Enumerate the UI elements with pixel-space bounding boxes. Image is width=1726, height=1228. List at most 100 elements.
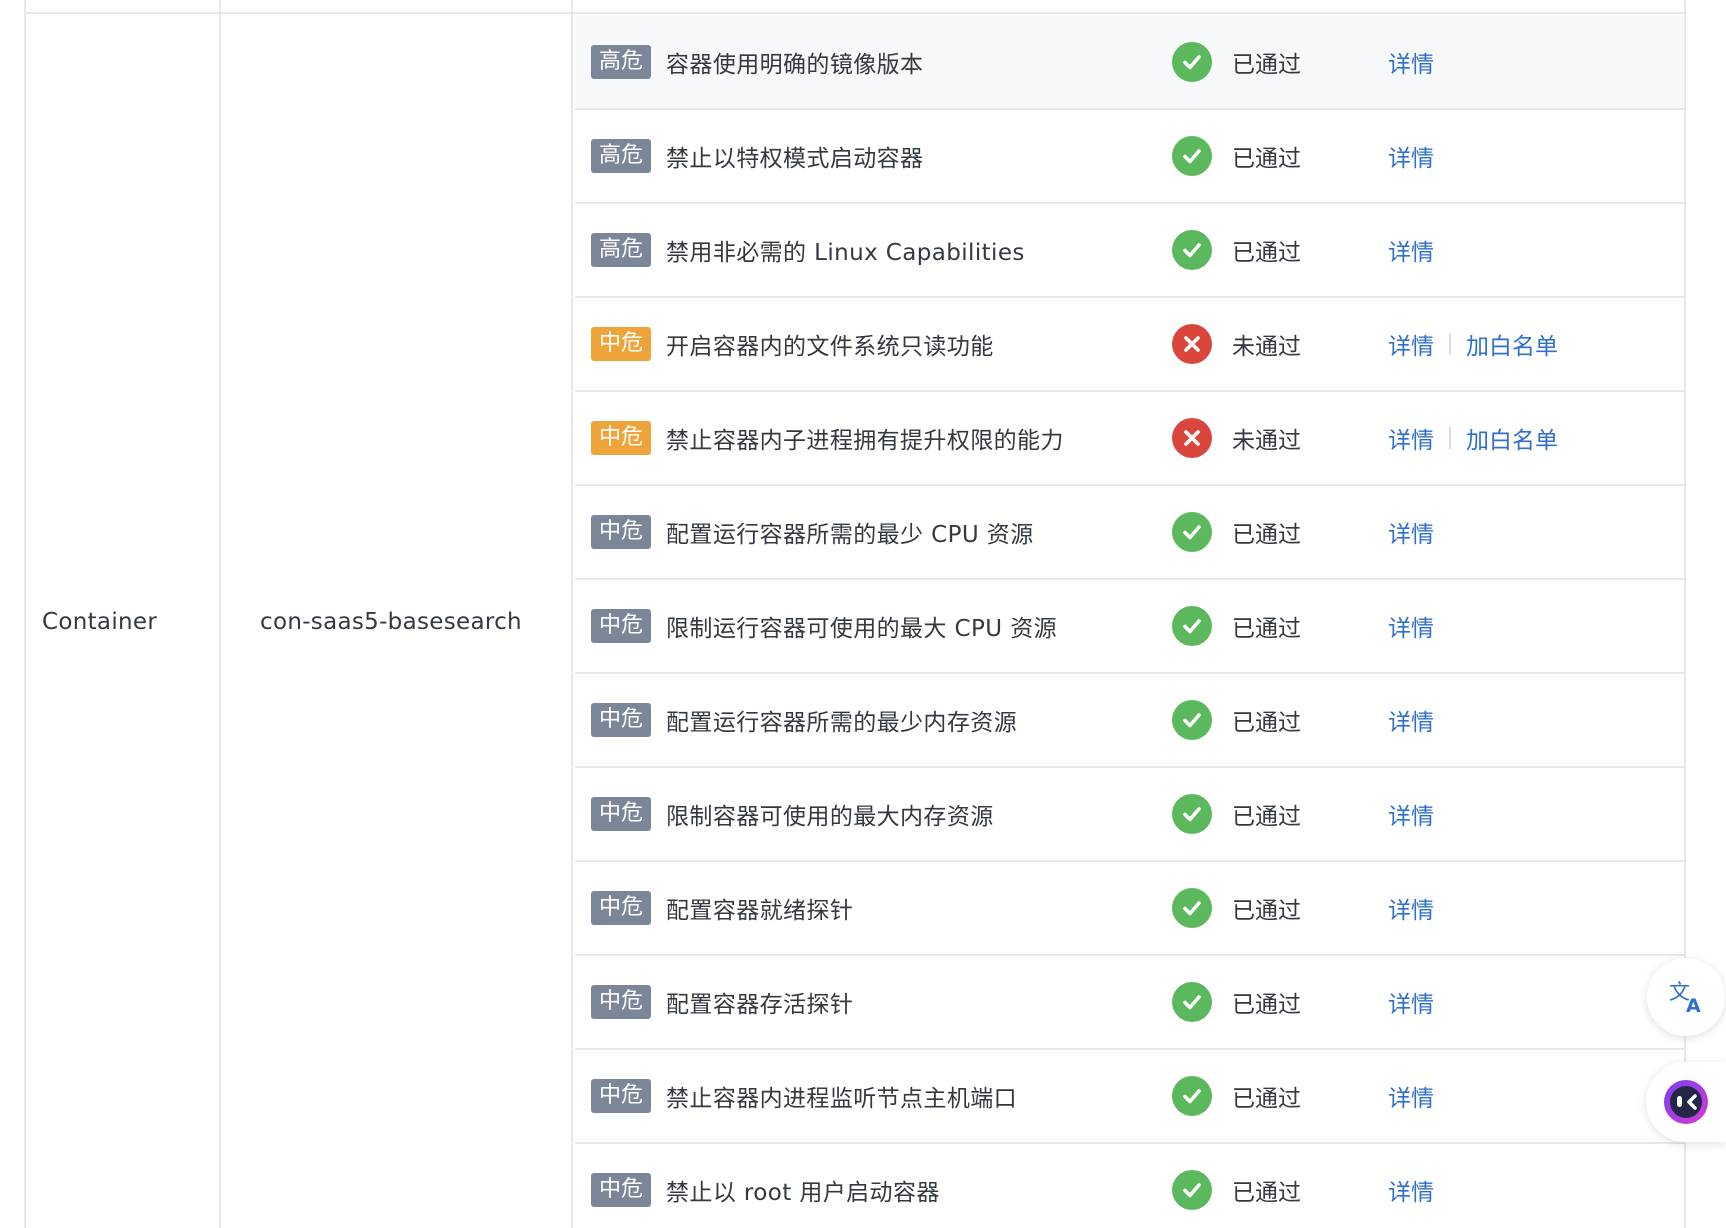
action-cell: 详情 bbox=[1372, 956, 1684, 1048]
status-text: 已通过 bbox=[1232, 992, 1301, 1018]
status-cell: 已通过 bbox=[1156, 1144, 1370, 1228]
rule-name: 禁止容器内进程监听节点主机端口 bbox=[666, 1086, 1018, 1112]
status-cell: 未通过 bbox=[1156, 392, 1370, 484]
resource-name-cell: con-saas5-basesearch bbox=[260, 16, 560, 1228]
table-row: 中危 配置运行容器所需的最少内存资源 已通过 详情 bbox=[575, 674, 1684, 768]
action-cell: 详情 bbox=[1372, 1050, 1684, 1142]
rule-name: 禁止以 root 用户启动容器 bbox=[666, 1180, 940, 1206]
detail-link[interactable]: 详情 bbox=[1388, 703, 1434, 737]
table-row: 高危 容器使用明确的镜像版本 已通过 详情 bbox=[575, 16, 1684, 110]
table-row: 高危 禁用非必需的 Linux Capabilities 已通过 详情 bbox=[575, 204, 1684, 298]
add-whitelist-link[interactable]: 加白名单 bbox=[1466, 421, 1558, 455]
rule-cell: 中危 配置运行容器所需的最少内存资源 bbox=[575, 674, 1154, 766]
x-circle-icon bbox=[1172, 324, 1212, 364]
rule-cell: 高危 禁用非必需的 Linux Capabilities bbox=[575, 204, 1154, 296]
status-cell: 已通过 bbox=[1156, 862, 1370, 954]
status-cell: 已通过 bbox=[1156, 580, 1370, 672]
severity-badge: 高危 bbox=[591, 139, 652, 173]
rule-cell: 中危 限制容器可使用的最大内存资源 bbox=[575, 768, 1154, 860]
severity-badge: 中危 bbox=[591, 797, 652, 831]
severity-badge: 中危 bbox=[591, 1173, 652, 1207]
rule-cell: 中危 配置容器就绪探针 bbox=[575, 862, 1154, 954]
action-cell: 详情 bbox=[1372, 16, 1684, 108]
assistant-icon bbox=[1664, 1080, 1708, 1124]
status-text: 已通过 bbox=[1232, 898, 1301, 924]
action-cell: 详情 加白名单 bbox=[1372, 392, 1684, 484]
status-cell: 已通过 bbox=[1156, 110, 1370, 202]
svg-text:A: A bbox=[1686, 995, 1701, 1017]
action-cell: 详情 bbox=[1372, 1144, 1684, 1228]
table-row: 中危 禁止容器内子进程拥有提升权限的能力 未通过 详情 加白名单 bbox=[575, 392, 1684, 486]
check-circle-icon bbox=[1172, 1170, 1212, 1210]
assistant-button[interactable] bbox=[1646, 1062, 1726, 1142]
action-divider bbox=[1449, 427, 1451, 449]
rule-name: 禁止以特权模式启动容器 bbox=[666, 146, 924, 172]
rule-name: 禁用非必需的 Linux Capabilities bbox=[666, 240, 1025, 266]
detail-link[interactable]: 详情 bbox=[1388, 233, 1434, 267]
status-cell: 已通过 bbox=[1156, 16, 1370, 108]
action-cell: 详情 加白名单 bbox=[1372, 298, 1684, 390]
rule-name: 禁止容器内子进程拥有提升权限的能力 bbox=[666, 428, 1064, 454]
status-text: 已通过 bbox=[1232, 1086, 1301, 1112]
severity-badge: 中危 bbox=[591, 609, 652, 643]
rule-cell: 中危 开启容器内的文件系统只读功能 bbox=[575, 298, 1154, 390]
action-cell: 详情 bbox=[1372, 110, 1684, 202]
severity-badge: 中危 bbox=[591, 327, 652, 361]
check-circle-icon bbox=[1172, 794, 1212, 834]
status-cell: 已通过 bbox=[1156, 956, 1370, 1048]
status-cell: 已通过 bbox=[1156, 1050, 1370, 1142]
column-divider bbox=[571, 0, 573, 1228]
detail-link[interactable]: 详情 bbox=[1388, 327, 1434, 361]
check-circle-icon bbox=[1172, 982, 1212, 1022]
action-cell: 详情 bbox=[1372, 862, 1684, 954]
detail-link[interactable]: 详情 bbox=[1388, 1173, 1434, 1207]
rule-name: 限制容器可使用的最大内存资源 bbox=[666, 804, 994, 830]
severity-badge: 中危 bbox=[591, 515, 652, 549]
resource-type-cell: Container bbox=[42, 16, 212, 1228]
status-cell: 已通过 bbox=[1156, 486, 1370, 578]
detail-link[interactable]: 详情 bbox=[1388, 891, 1434, 925]
table-row: 中危 限制容器可使用的最大内存资源 已通过 详情 bbox=[575, 768, 1684, 862]
status-text: 已通过 bbox=[1232, 522, 1301, 548]
status-cell: 已通过 bbox=[1156, 768, 1370, 860]
action-cell: 详情 bbox=[1372, 486, 1684, 578]
table-row: 高危 禁止以特权模式启动容器 已通过 详情 bbox=[575, 110, 1684, 204]
detail-link[interactable]: 详情 bbox=[1388, 609, 1434, 643]
check-circle-icon bbox=[1172, 230, 1212, 270]
rule-name: 配置容器就绪探针 bbox=[666, 898, 854, 924]
detail-link[interactable]: 详情 bbox=[1388, 797, 1434, 831]
check-circle-icon bbox=[1172, 1076, 1212, 1116]
status-cell: 未通过 bbox=[1156, 298, 1370, 390]
detail-link[interactable]: 详情 bbox=[1388, 421, 1434, 455]
rule-cell: 高危 容器使用明确的镜像版本 bbox=[575, 16, 1154, 108]
severity-badge: 高危 bbox=[591, 233, 652, 267]
detail-link[interactable]: 详情 bbox=[1388, 45, 1434, 79]
check-circle-icon bbox=[1172, 888, 1212, 928]
severity-badge: 中危 bbox=[591, 985, 652, 1019]
previous-row-end bbox=[26, 0, 1684, 14]
table-row: 中危 限制运行容器可使用的最大 CPU 资源 已通过 详情 bbox=[575, 580, 1684, 674]
severity-badge: 中危 bbox=[591, 1079, 652, 1113]
rule-name: 配置容器存活探针 bbox=[666, 992, 854, 1018]
resource-name: con-saas5-basesearch bbox=[260, 609, 522, 635]
status-text: 未通过 bbox=[1232, 428, 1301, 454]
translate-button[interactable]: 文 A bbox=[1647, 958, 1725, 1036]
status-text: 已通过 bbox=[1232, 616, 1301, 642]
check-circle-icon bbox=[1172, 512, 1212, 552]
status-cell: 已通过 bbox=[1156, 674, 1370, 766]
translate-icon: 文 A bbox=[1669, 980, 1701, 1017]
add-whitelist-link[interactable]: 加白名单 bbox=[1466, 327, 1558, 361]
detail-link[interactable]: 详情 bbox=[1388, 139, 1434, 173]
detail-link[interactable]: 详情 bbox=[1388, 985, 1434, 1019]
detail-link[interactable]: 详情 bbox=[1388, 1079, 1434, 1113]
rule-name: 限制运行容器可使用的最大 CPU 资源 bbox=[666, 616, 1058, 642]
status-text: 已通过 bbox=[1232, 146, 1301, 172]
table-row: 中危 配置运行容器所需的最少 CPU 资源 已通过 详情 bbox=[575, 486, 1684, 580]
severity-badge: 高危 bbox=[591, 45, 652, 79]
status-cell: 已通过 bbox=[1156, 204, 1370, 296]
action-cell: 详情 bbox=[1372, 204, 1684, 296]
check-results-table: Container con-saas5-basesearch 高危 容器使用明确的… bbox=[24, 0, 1686, 1228]
status-text: 已通过 bbox=[1232, 240, 1301, 266]
detail-link[interactable]: 详情 bbox=[1388, 515, 1434, 549]
severity-badge: 中危 bbox=[591, 891, 652, 925]
